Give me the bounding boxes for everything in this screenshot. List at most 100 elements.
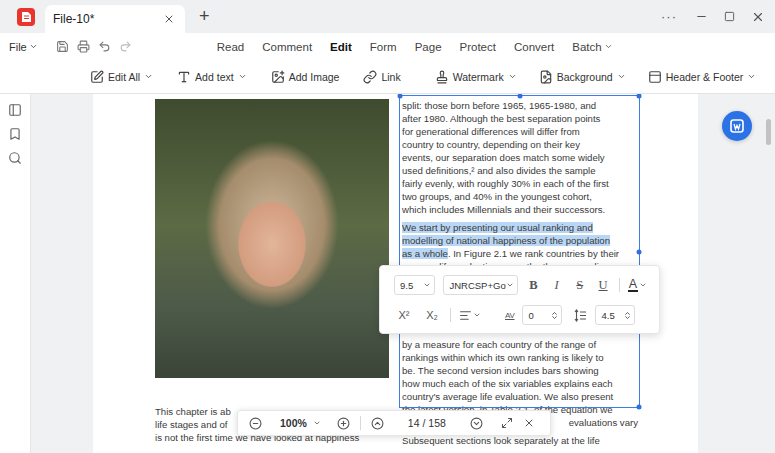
menu-tab[interactable]: Page xyxy=(407,39,450,55)
subscript-button[interactable]: X₂ xyxy=(422,309,442,321)
menu-tab[interactable]: Read xyxy=(209,39,253,55)
italic-button[interactable]: I xyxy=(549,278,564,293)
text-run[interactable]: Subsequent sections look separately at t… xyxy=(402,435,600,446)
tool-button[interactable]: Header & Footer xyxy=(648,70,757,84)
text-run[interactable]: after 1980. Although the best separation… xyxy=(402,113,600,124)
print-icon[interactable] xyxy=(77,40,90,53)
text-run[interactable]: fairly evenly, with roughly 30% in each … xyxy=(402,178,609,189)
resize-handle[interactable] xyxy=(517,94,522,99)
undo-icon[interactable] xyxy=(98,40,111,53)
text-line[interactable]: be. The second version includes bars sho… xyxy=(402,364,638,377)
save-icon[interactable] xyxy=(56,40,69,53)
menu-tab[interactable]: Form xyxy=(362,39,405,55)
line-spacing-input[interactable]: 4.5 xyxy=(595,305,635,325)
text-run[interactable]: rankings within which its own ranking is… xyxy=(402,352,604,363)
text-line[interactable]: how much each of the six variables expla… xyxy=(402,377,638,390)
tool-button[interactable]: Link xyxy=(363,70,400,84)
chevron-down-icon xyxy=(604,42,613,51)
align-button[interactable] xyxy=(459,309,481,322)
zoom-out-icon[interactable] xyxy=(249,417,262,430)
close-window-icon[interactable] xyxy=(751,10,765,24)
bold-button[interactable]: B xyxy=(526,278,541,293)
redo-icon[interactable] xyxy=(119,40,132,53)
text-line[interactable]: modelling of national happiness of the p… xyxy=(402,234,638,247)
text-run[interactable]: two groups, and 40% in the youngest coho… xyxy=(402,191,592,202)
resize-handle[interactable] xyxy=(637,94,642,99)
minimize-icon[interactable] xyxy=(695,10,708,23)
tool-button[interactable]: Background xyxy=(539,70,626,84)
resize-handle[interactable] xyxy=(637,249,642,254)
text-line[interactable]: as a whole. In Figure 2.1 we rank countr… xyxy=(402,247,638,260)
char-spacing-input[interactable]: 0 xyxy=(522,305,562,325)
tool-button[interactable]: Edit All xyxy=(90,70,153,84)
menu-tab[interactable]: Comment xyxy=(254,39,320,55)
text-run[interactable]: country to country, depending on their k… xyxy=(402,139,580,150)
text-line[interactable]: for generational differences will differ… xyxy=(402,125,638,138)
resize-handle[interactable] xyxy=(637,405,642,410)
text-run[interactable]: split: those born before 1965, 1965-1980… xyxy=(402,100,596,111)
fit-page-icon[interactable] xyxy=(501,417,513,429)
text-run[interactable]: events, our separation does match some w… xyxy=(402,152,605,163)
scrollbar-thumb[interactable] xyxy=(766,119,771,145)
previous-page-icon[interactable] xyxy=(371,417,384,430)
font-select[interactable]: JNRCSP+Go xyxy=(443,275,517,295)
tool-button[interactable]: Watermark xyxy=(435,70,517,84)
text-line[interactable]: used definitions,² and also divides the … xyxy=(402,164,638,177)
text-run[interactable]: country's average life evaluation. We al… xyxy=(402,391,613,402)
tool-button[interactable]: Add text xyxy=(177,70,247,84)
spin-icon[interactable] xyxy=(550,311,559,320)
underline-button[interactable]: U xyxy=(595,278,610,293)
text-line[interactable]: after 1980. Although the best separation… xyxy=(402,112,638,125)
text-line[interactable]: two groups, and 40% in the youngest coho… xyxy=(402,190,638,203)
file-menu[interactable]: File xyxy=(0,41,38,53)
paragraph[interactable]: split: those born before 1965, 1965-1980… xyxy=(402,99,638,216)
tool-button[interactable]: Add Image xyxy=(271,70,340,84)
menu-tab[interactable]: Convert xyxy=(506,39,562,55)
text-line[interactable]: country's average life evaluation. We al… xyxy=(402,390,638,403)
document-tab-title[interactable]: File-10* xyxy=(53,12,94,26)
text-line[interactable]: fairly evenly, with roughly 30% in each … xyxy=(402,177,638,190)
close-tab-icon[interactable] xyxy=(163,13,175,25)
selected-text[interactable]: as a whole xyxy=(402,248,448,259)
text-run[interactable]: how much each of the six variables expla… xyxy=(402,378,613,389)
document-tab[interactable]: File-10* xyxy=(45,5,185,33)
text-run[interactable]: . In Figure 2.1 we rank countries by the… xyxy=(448,248,619,259)
text-line[interactable]: split: those born before 1965, 1965-1980… xyxy=(402,99,638,112)
photo[interactable] xyxy=(155,99,389,378)
strike-button[interactable]: S xyxy=(572,278,587,293)
text-line[interactable]: by a measure for each country of the ran… xyxy=(402,338,638,351)
text-line[interactable]: rankings within which its own ranking is… xyxy=(402,351,638,364)
menu-tab[interactable]: Edit xyxy=(322,39,360,55)
text-line[interactable]: country to country, depending on their k… xyxy=(402,138,638,151)
text-line[interactable]: events, our separation does match some w… xyxy=(402,151,638,164)
page-counter[interactable]: 14 / 158 xyxy=(408,417,446,429)
font-color-button[interactable]: A xyxy=(628,278,647,292)
superscript-button[interactable]: X² xyxy=(394,309,414,321)
text-run[interactable]: used definitions,² and also divides the … xyxy=(402,165,596,176)
text-run[interactable]: for generational differences will differ… xyxy=(402,126,580,137)
new-tab-button[interactable]: + xyxy=(195,0,214,33)
bookmark-icon[interactable] xyxy=(8,127,22,141)
resize-handle[interactable] xyxy=(398,94,403,99)
thumbnails-icon[interactable] xyxy=(8,103,22,117)
spin-icon[interactable] xyxy=(623,311,632,320)
menu-tab[interactable]: Protect xyxy=(452,39,504,55)
selected-text[interactable]: modelling of national happiness of the p… xyxy=(402,235,610,246)
search-icon[interactable] xyxy=(8,151,22,165)
maximize-icon[interactable] xyxy=(724,11,735,22)
text-line[interactable]: which includes Millennials and their suc… xyxy=(402,203,638,216)
zoom-select[interactable]: 100% xyxy=(280,417,321,429)
zoom-in-icon[interactable] xyxy=(337,417,350,430)
text-run[interactable]: evaluations vary xyxy=(569,417,638,428)
next-page-icon[interactable] xyxy=(470,417,483,430)
text-line[interactable]: We start by presenting our usual ranking… xyxy=(402,221,638,234)
assistant-button[interactable] xyxy=(722,111,752,141)
text-run[interactable]: by a measure for each country of the ran… xyxy=(402,339,596,350)
close-zoom-bar-icon[interactable] xyxy=(523,417,535,429)
text-run[interactable]: which includes Millennials and their suc… xyxy=(402,204,605,215)
font-size-select[interactable]: 9.5 xyxy=(394,275,435,295)
more-button[interactable]: ··· xyxy=(661,9,677,24)
selected-text[interactable]: We start by presenting our usual ranking… xyxy=(402,222,593,233)
text-run[interactable]: be. The second version includes bars sho… xyxy=(402,365,599,376)
menu-tab[interactable]: Batch xyxy=(564,39,620,55)
